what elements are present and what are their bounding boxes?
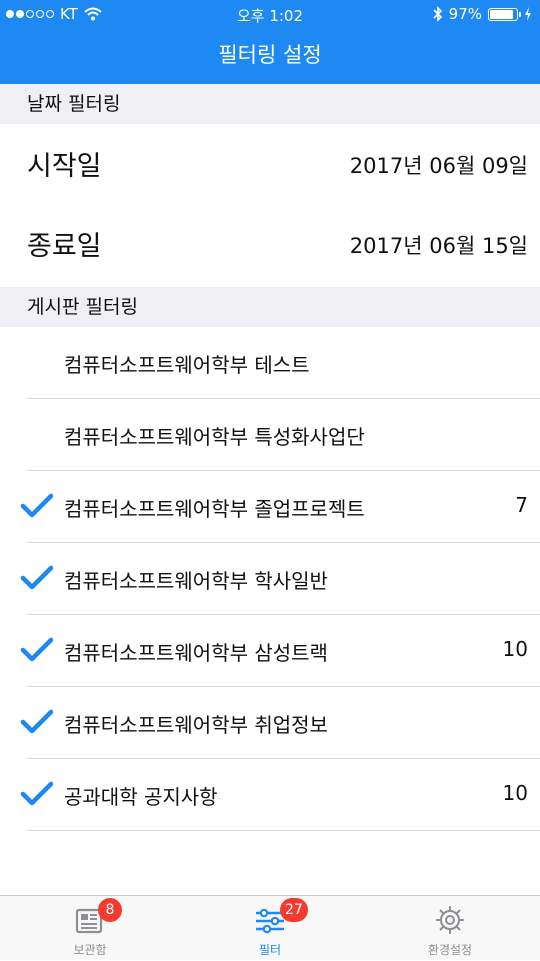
checkmark-icon <box>20 781 54 806</box>
navigation-bar: 필터링 설정 <box>0 30 540 84</box>
checkmark-icon <box>20 637 54 662</box>
board-item-name: 공과대학 공지사항 <box>64 785 218 809</box>
board-item[interactable]: 컴퓨터소프트웨어학부 테스트 <box>0 327 540 399</box>
start-date-value[interactable]: 2017년 06월 09일 <box>350 150 528 180</box>
end-date-label: 종료일 <box>27 231 102 262</box>
board-item[interactable]: 컴퓨터소프트웨어학부 졸업프로젝트 7 <box>0 471 540 543</box>
tab-settings[interactable]: 환경설정 <box>360 896 540 961</box>
row-divider <box>27 830 540 831</box>
archive-badge: 8 <box>98 898 122 922</box>
board-item[interactable]: 컴퓨터소프트웨어학부 학사일반 <box>0 543 540 615</box>
battery-percent: 97% <box>448 5 482 23</box>
status-bar: KT 오후 1:02 97% <box>0 0 540 30</box>
board-item[interactable]: 컴퓨터소프트웨어학부 삼성트랙 10 <box>0 615 540 687</box>
board-item-count: 7 <box>515 493 528 517</box>
tab-filter[interactable]: 27 필터 <box>180 896 360 961</box>
end-date-value[interactable]: 2017년 06월 15일 <box>350 230 528 260</box>
bluetooth-icon <box>433 6 442 22</box>
board-item-name: 컴퓨터소프트웨어학부 삼성트랙 <box>64 641 328 665</box>
start-date-label: 시작일 <box>27 151 102 182</box>
board-item-count: 10 <box>502 637 528 661</box>
tab-label: 환경설정 <box>427 943 473 957</box>
charging-icon <box>525 7 531 21</box>
tab-archive[interactable]: 8 보관함 <box>0 896 180 961</box>
checkmark-icon <box>20 565 54 590</box>
checkmark-icon <box>20 709 54 734</box>
checkmark-icon <box>20 493 54 518</box>
board-item-count: 10 <box>502 781 528 805</box>
gear-icon <box>436 906 464 934</box>
start-date-row[interactable]: 시작일 2017년 06월 09일 <box>0 124 540 204</box>
board-filter-section-header: 게시판 필터링 <box>0 287 540 327</box>
board-item[interactable]: 컴퓨터소프트웨어학부 특성화사업단 <box>0 399 540 471</box>
board-item-name: 컴퓨터소프트웨어학부 취업정보 <box>64 713 328 737</box>
board-item[interactable]: 컴퓨터소프트웨어학부 취업정보 <box>0 687 540 759</box>
page-title: 필터링 설정 <box>218 43 322 67</box>
board-item-name: 컴퓨터소프트웨어학부 테스트 <box>64 353 310 377</box>
end-date-row[interactable]: 종료일 2017년 06월 15일 <box>0 204 540 284</box>
tab-label: 보관함 <box>73 943 107 957</box>
date-filter-section-header: 날짜 필터링 <box>0 84 540 124</box>
board-item-name: 컴퓨터소프트웨어학부 특성화사업단 <box>64 425 365 449</box>
battery-icon <box>488 7 521 21</box>
status-right: 97% <box>433 5 532 23</box>
tab-bar: 8 보관함 27 필터 환경설정 <box>0 895 540 960</box>
board-item-name: 컴퓨터소프트웨어학부 학사일반 <box>64 569 328 593</box>
board-item[interactable]: 공과대학 공지사항 10 <box>0 759 540 831</box>
tab-label: 필터 <box>258 943 282 957</box>
filter-badge: 27 <box>280 898 308 922</box>
board-item-name: 컴퓨터소프트웨어학부 졸업프로젝트 <box>64 497 365 521</box>
